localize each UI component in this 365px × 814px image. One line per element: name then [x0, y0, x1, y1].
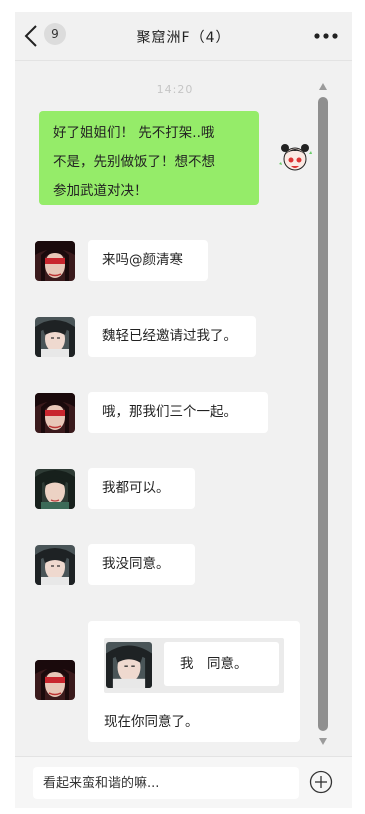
incoming-message-bubble: 魏轻已经邀请过我了。 — [88, 316, 256, 357]
sender-avatar[interactable] — [35, 393, 75, 433]
quoted-message[interactable]: 我 同意。 — [104, 638, 284, 693]
message-text-line: 参加武道对决！ — [53, 183, 148, 199]
message-text-line: 不是，先别做饭了！想不想 — [53, 154, 215, 170]
sender-avatar[interactable] — [35, 660, 75, 700]
chat-header: 9 聚窟洲F（4） — [15, 12, 352, 61]
more-options-icon[interactable] — [312, 26, 342, 46]
chat-window: 9 聚窟洲F（4） 14:20 好了姐姐们！ 先不打架..哦 不是，先别做饭了！… — [15, 12, 352, 808]
scroll-down-arrow-icon[interactable] — [319, 738, 327, 745]
sender-avatar[interactable] — [35, 545, 75, 585]
incoming-message-bubble: 哦，那我们三个一起。 — [88, 392, 268, 433]
chat-scrollbar[interactable] — [316, 83, 330, 745]
message-text: 现在你同意了。 — [104, 714, 199, 730]
message-text-line: 好了姐姐们！ 先不打架..哦 — [53, 125, 215, 141]
sender-avatar[interactable] — [35, 317, 75, 357]
incoming-message-bubble: 来吗@颜清寒 — [88, 240, 208, 281]
message-input[interactable] — [33, 767, 299, 799]
add-attachment-icon[interactable] — [309, 770, 333, 794]
message-timestamp: 14:20 — [156, 83, 194, 96]
incoming-message-bubble: 我 同意。 现在你同意了。 — [88, 621, 300, 742]
quoted-sender-avatar — [106, 642, 152, 688]
scrollbar-thumb[interactable] — [318, 97, 328, 731]
message-composer — [15, 756, 352, 808]
message-text: 魏轻已经邀请过我了。 — [102, 328, 237, 344]
message-text: 我都可以。 — [102, 480, 170, 496]
incoming-message-bubble: 我都可以。 — [88, 468, 195, 509]
sender-avatar[interactable] — [35, 241, 75, 281]
incoming-message-bubble: 我没同意。 — [88, 544, 195, 585]
message-text: 哦，那我们三个一起。 — [102, 404, 237, 420]
quoted-text: 我 同意。 — [180, 656, 248, 672]
self-avatar[interactable] — [275, 138, 315, 178]
message-text: 来吗@颜清寒 — [102, 252, 183, 268]
scroll-up-arrow-icon[interactable] — [319, 83, 327, 90]
chat-title: 聚窟洲F（4） — [136, 30, 231, 46]
quoted-bubble: 我 同意。 — [164, 642, 279, 686]
message-text: 我没同意。 — [102, 556, 170, 572]
sender-avatar[interactable] — [35, 469, 75, 509]
self-message-bubble: 好了姐姐们！ 先不打架..哦 不是，先别做饭了！想不想 参加武道对决！ — [39, 111, 259, 205]
